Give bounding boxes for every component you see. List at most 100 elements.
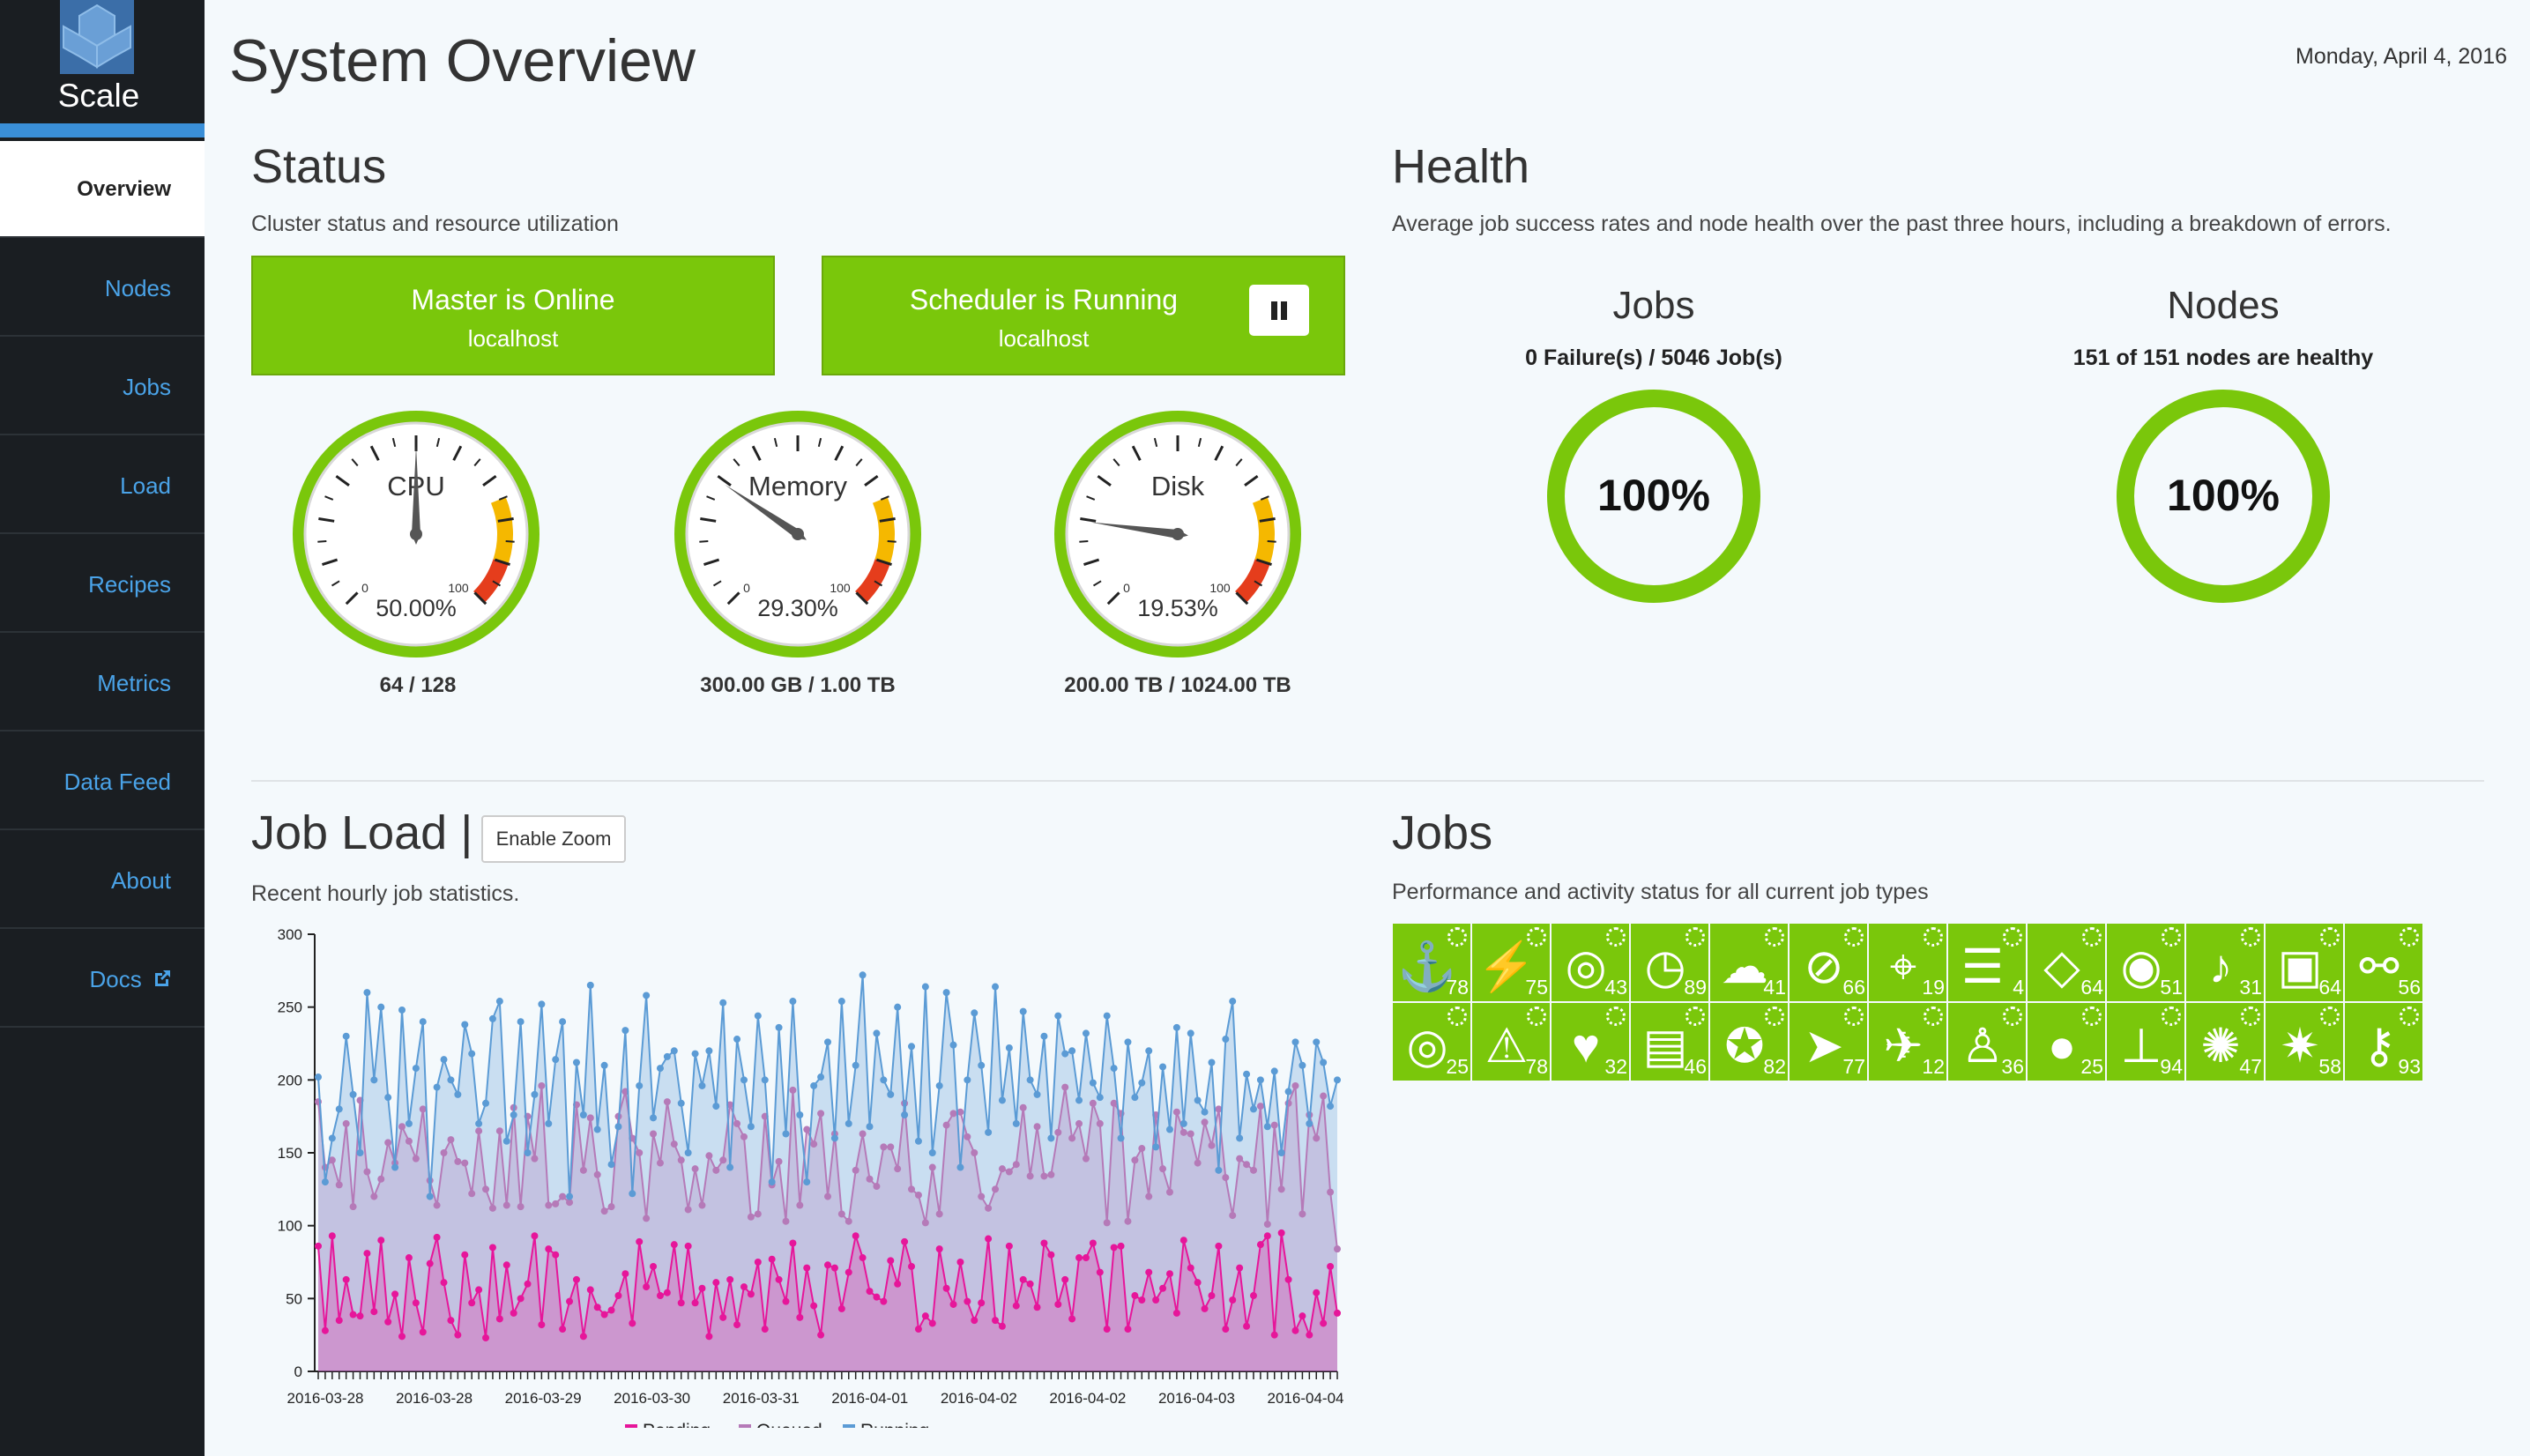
point-pending[interactable]: [1103, 1326, 1111, 1333]
point-queued[interactable]: [1096, 1119, 1104, 1127]
point-running[interactable]: [370, 1076, 378, 1084]
point-pending[interactable]: [928, 1319, 936, 1327]
point-pending[interactable]: [1291, 1326, 1299, 1334]
nav-item-data-feed[interactable]: Data Feed: [0, 733, 205, 830]
point-queued[interactable]: [545, 1201, 553, 1209]
point-pending[interactable]: [370, 1308, 378, 1316]
nav-item-nodes[interactable]: Nodes: [0, 240, 205, 337]
point-running[interactable]: [949, 1041, 957, 1049]
point-queued[interactable]: [1054, 1128, 1062, 1136]
point-running[interactable]: [1096, 1094, 1104, 1102]
point-queued[interactable]: [747, 1213, 755, 1221]
point-pending[interactable]: [1270, 1331, 1278, 1339]
point-queued[interactable]: [1019, 1103, 1027, 1111]
point-queued[interactable]: [949, 1110, 957, 1118]
point-pending[interactable]: [1256, 1241, 1264, 1249]
point-pending[interactable]: [538, 1321, 546, 1329]
point-running[interactable]: [880, 1076, 888, 1084]
point-running[interactable]: [1103, 1012, 1111, 1020]
scheduler-status-button[interactable]: Scheduler is Running localhost: [822, 256, 1345, 375]
point-queued[interactable]: [1313, 1134, 1321, 1142]
point-pending[interactable]: [572, 1275, 580, 1283]
point-running[interactable]: [1249, 1105, 1257, 1113]
point-queued[interactable]: [475, 1127, 483, 1135]
point-pending[interactable]: [1145, 1268, 1153, 1276]
point-pending[interactable]: [1096, 1268, 1104, 1276]
point-running[interactable]: [566, 1192, 574, 1200]
point-running[interactable]: [1040, 1032, 1048, 1040]
point-running[interactable]: [768, 1178, 776, 1186]
point-pending[interactable]: [419, 1328, 427, 1336]
point-running[interactable]: [1068, 1047, 1076, 1055]
point-queued[interactable]: [935, 1210, 943, 1218]
point-running[interactable]: [517, 1018, 525, 1026]
point-running[interactable]: [1306, 1119, 1313, 1127]
point-pending[interactable]: [636, 1237, 644, 1245]
point-pending[interactable]: [949, 1300, 957, 1308]
point-queued[interactable]: [1270, 1121, 1278, 1129]
job-type-tile[interactable]: ☁ 41: [1710, 924, 1788, 1001]
point-queued[interactable]: [985, 1204, 993, 1212]
point-queued[interactable]: [1172, 1108, 1180, 1116]
point-pending[interactable]: [600, 1311, 608, 1319]
point-pending[interactable]: [517, 1295, 525, 1303]
job-type-tile[interactable]: ⚷ 93: [2345, 1003, 2422, 1081]
point-running[interactable]: [698, 1081, 706, 1089]
point-queued[interactable]: [468, 1190, 476, 1198]
point-pending[interactable]: [1061, 1275, 1069, 1283]
point-running[interactable]: [579, 1111, 587, 1119]
point-queued[interactable]: [552, 1200, 560, 1207]
point-queued[interactable]: [1103, 1219, 1111, 1227]
point-pending[interactable]: [1152, 1296, 1160, 1304]
point-queued[interactable]: [363, 1168, 371, 1176]
point-queued[interactable]: [579, 1166, 587, 1174]
point-queued[interactable]: [1075, 1119, 1083, 1127]
point-pending[interactable]: [1208, 1292, 1216, 1300]
point-running[interactable]: [992, 983, 1000, 991]
point-running[interactable]: [726, 1163, 734, 1171]
point-running[interactable]: [914, 1137, 922, 1145]
point-pending[interactable]: [482, 1333, 490, 1341]
point-running[interactable]: [837, 998, 845, 1006]
point-running[interactable]: [1291, 1038, 1299, 1046]
job-type-tile[interactable]: ⌖ 19: [1869, 924, 1946, 1001]
point-pending[interactable]: [363, 1250, 371, 1258]
point-pending[interactable]: [830, 1264, 838, 1272]
point-pending[interactable]: [1334, 1309, 1341, 1317]
point-pending[interactable]: [775, 1275, 783, 1283]
point-running[interactable]: [887, 1090, 895, 1098]
point-queued[interactable]: [677, 1156, 685, 1164]
point-queued[interactable]: [789, 1086, 797, 1094]
point-running[interactable]: [1026, 1076, 1034, 1084]
point-queued[interactable]: [1033, 1123, 1041, 1131]
point-queued[interactable]: [1082, 1155, 1090, 1163]
point-queued[interactable]: [740, 1133, 748, 1140]
point-queued[interactable]: [691, 1165, 699, 1173]
job-type-tile[interactable]: ⚠ 78: [1472, 1003, 1550, 1081]
point-pending[interactable]: [1040, 1239, 1048, 1247]
point-running[interactable]: [572, 1059, 580, 1066]
point-queued[interactable]: [405, 1137, 413, 1145]
point-queued[interactable]: [817, 1110, 825, 1118]
point-queued[interactable]: [1131, 1156, 1139, 1164]
point-running[interactable]: [1284, 1088, 1292, 1096]
point-running[interactable]: [775, 1023, 783, 1031]
job-type-tile[interactable]: ◎ 43: [1551, 924, 1629, 1001]
point-pending[interactable]: [894, 1280, 902, 1288]
point-pending[interactable]: [761, 1326, 769, 1333]
point-queued[interactable]: [1327, 1188, 1335, 1196]
point-pending[interactable]: [384, 1318, 392, 1326]
point-running[interactable]: [942, 989, 950, 997]
point-queued[interactable]: [880, 1143, 888, 1151]
point-pending[interactable]: [1075, 1254, 1083, 1262]
point-pending[interactable]: [1138, 1296, 1146, 1304]
point-running[interactable]: [433, 1083, 441, 1091]
point-pending[interactable]: [837, 1304, 845, 1312]
point-queued[interactable]: [684, 1206, 692, 1214]
point-queued[interactable]: [1263, 1221, 1271, 1229]
point-pending[interactable]: [719, 1313, 727, 1321]
point-pending[interactable]: [656, 1292, 664, 1300]
point-pending[interactable]: [510, 1309, 517, 1317]
point-pending[interactable]: [1068, 1315, 1076, 1323]
point-queued[interactable]: [1208, 1141, 1216, 1149]
